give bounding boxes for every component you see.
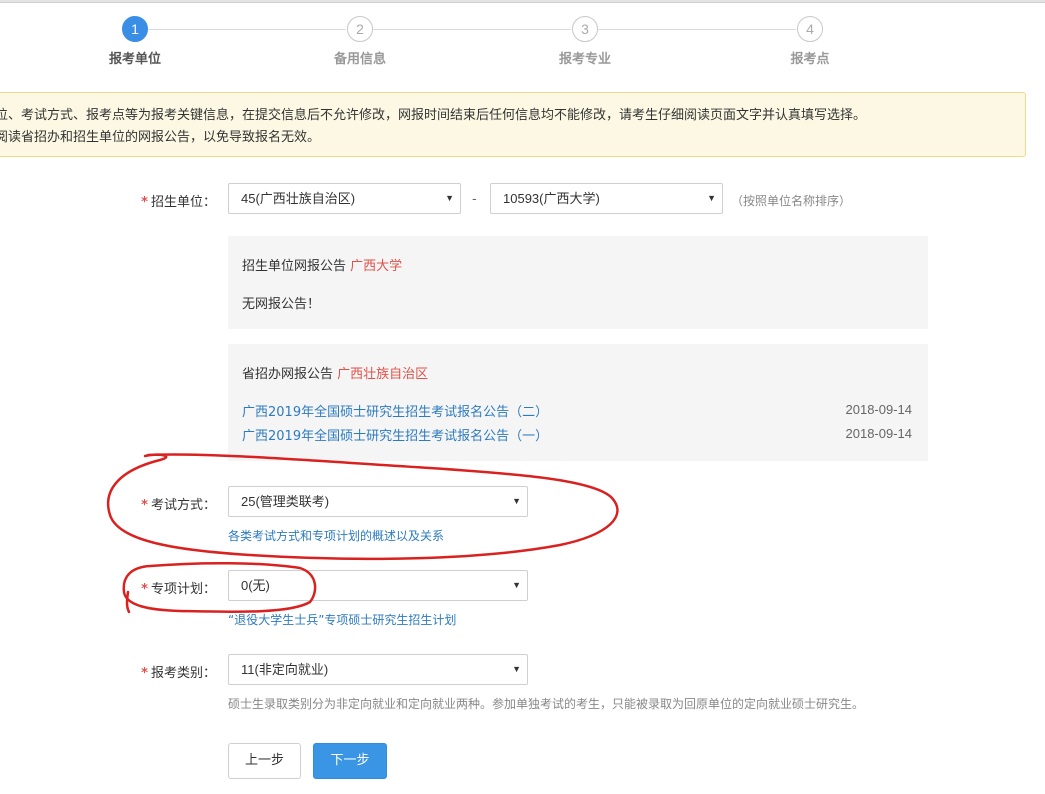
step-number: 2 [347,16,373,42]
required-mark: * [141,195,148,210]
step-number: 1 [122,16,148,42]
exam-method-label: * 考试方式： [100,494,216,513]
prev-step-button[interactable]: 上一步 [228,743,301,779]
unit-label: * 招生单位： [100,191,216,210]
news-link[interactable]: 广西2019年全国硕士研究生招生考试报名公告（二） [242,401,548,420]
province-notice-panel: 省招办网报公告 广西壮族自治区 广西2019年全国硕士研究生招生考试报名公告（二… [228,344,928,461]
window-top-border [0,0,1045,3]
special-plan-select[interactable]: 0(无) ▼ [228,570,528,601]
step-backup-info: 2 备用信息 [300,16,420,67]
province-notice-title: 省招办网报公告 广西壮族自治区 [242,363,428,382]
special-plan-label: * 专项计划： [100,578,216,597]
notice-line: 阅读省招办和招生单位的网报公告，以免导致报名无效。 [0,130,321,145]
category-select[interactable]: 11(非定向就业) ▼ [228,654,528,685]
step-number: 3 [572,16,598,42]
next-step-button[interactable]: 下一步 [313,743,387,779]
unit-notice-panel: 招生单位网报公告 广西大学 无网报公告！ [228,236,928,329]
news-date: 2018-09-14 [845,426,913,441]
province-value: 45(广西壮族自治区) [241,191,356,206]
warning-notice: 位、考试方式、报考点等为报考关键信息，在提交信息后不允许修改，网报时间结束后任何… [0,92,1026,157]
unit-notice-title-text: 招生单位网报公告 [242,259,347,274]
unit-notice-title: 招生单位网报公告 广西大学 [242,255,402,274]
special-plan-label-text: 专项计划： [150,582,216,597]
step-exam-site: 4 报考点 [750,16,870,67]
unit-notice-highlight: 广西大学 [350,259,403,274]
required-mark: * [141,498,148,513]
chevron-down-icon: ▼ [445,193,454,203]
school-select[interactable]: 10593(广西大学) ▼ [490,183,723,214]
required-mark: * [141,666,148,681]
exam-method-value: 25(管理类联考) [241,494,330,509]
special-plan-help-link[interactable]: “退役大学生士兵”专项硕士研究生招生计划 [228,611,456,628]
step-label: 备用信息 [333,52,386,67]
notice-line: 位、考试方式、报考点等为报考关键信息，在提交信息后不允许修改，网报时间结束后任何… [0,108,867,123]
exam-method-select[interactable]: 25(管理类联考) ▼ [228,486,528,517]
news-date: 2018-09-14 [845,402,913,417]
special-plan-value: 0(无) [241,578,270,593]
chevron-down-icon: ▼ [512,664,521,674]
news-link[interactable]: 广西2019年全国硕士研究生招生考试报名公告（一） [242,425,548,444]
step-label: 报考点 [790,52,830,67]
step-unit: 1 报考单位 [75,16,195,67]
school-value: 10593(广西大学) [503,191,600,206]
step-number: 4 [797,16,823,42]
province-notice-title-text: 省招办网报公告 [242,367,334,382]
province-notice-highlight: 广西壮族自治区 [337,367,429,382]
exam-method-help-link[interactable]: 各类考试方式和专项计划的概述以及关系 [228,527,444,544]
range-separator: - [472,192,477,207]
step-label: 报考专业 [558,52,611,67]
unit-notice-text: 无网报公告！ [242,297,321,312]
progress-stepper: 1 报考单位 2 备用信息 3 报考专业 4 报考点 [0,16,1045,76]
exam-method-label-text: 考试方式： [150,498,216,513]
chevron-down-icon: ▼ [707,193,716,203]
province-select[interactable]: 45(广西壮族自治区) ▼ [228,183,461,214]
category-label: * 报考类别： [100,662,216,681]
step-major: 3 报考专业 [525,16,645,67]
sort-hint: （按照单位名称排序） [731,194,852,208]
category-value: 11(非定向就业) [241,662,329,677]
step-label: 报考单位 [108,52,161,67]
category-label-text: 报考类别： [150,666,216,681]
chevron-down-icon: ▼ [512,496,521,506]
unit-label-text: 招生单位： [150,195,216,210]
category-hint: 硕士生录取类别分为非定向就业和定向就业两种。参加单独考试的考生，只能被录取为回原… [228,697,865,711]
required-mark: * [141,582,148,597]
chevron-down-icon: ▼ [512,580,521,590]
